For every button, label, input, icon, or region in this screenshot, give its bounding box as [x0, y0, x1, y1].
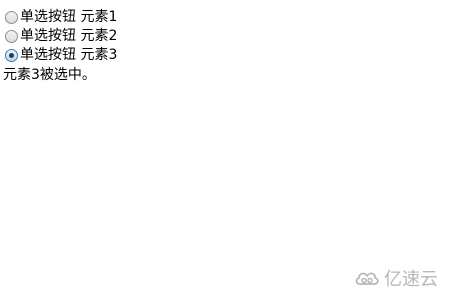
radio-option-3[interactable]: 单选按钮 元素3	[5, 46, 117, 65]
watermark-logo: 亿速云	[354, 265, 438, 291]
radio-button-3[interactable]	[5, 49, 18, 62]
watermark-text: 亿速云	[384, 269, 438, 290]
radio-button-2[interactable]	[5, 30, 18, 43]
radio-label-2[interactable]: 单选按钮 元素2	[20, 27, 117, 46]
radio-button-1[interactable]	[5, 11, 18, 24]
radio-label-1[interactable]: 单选按钮 元素1	[20, 8, 117, 27]
radio-label-3[interactable]: 单选按钮 元素3	[20, 46, 117, 65]
radio-group: 单选按钮 元素1 单选按钮 元素2 单选按钮 元素3	[5, 8, 117, 65]
radio-option-2[interactable]: 单选按钮 元素2	[5, 27, 117, 46]
radio-option-1[interactable]: 单选按钮 元素1	[5, 8, 117, 27]
selection-status-text: 元素3被选中。	[3, 67, 96, 83]
cloud-logo-icon	[354, 269, 380, 287]
